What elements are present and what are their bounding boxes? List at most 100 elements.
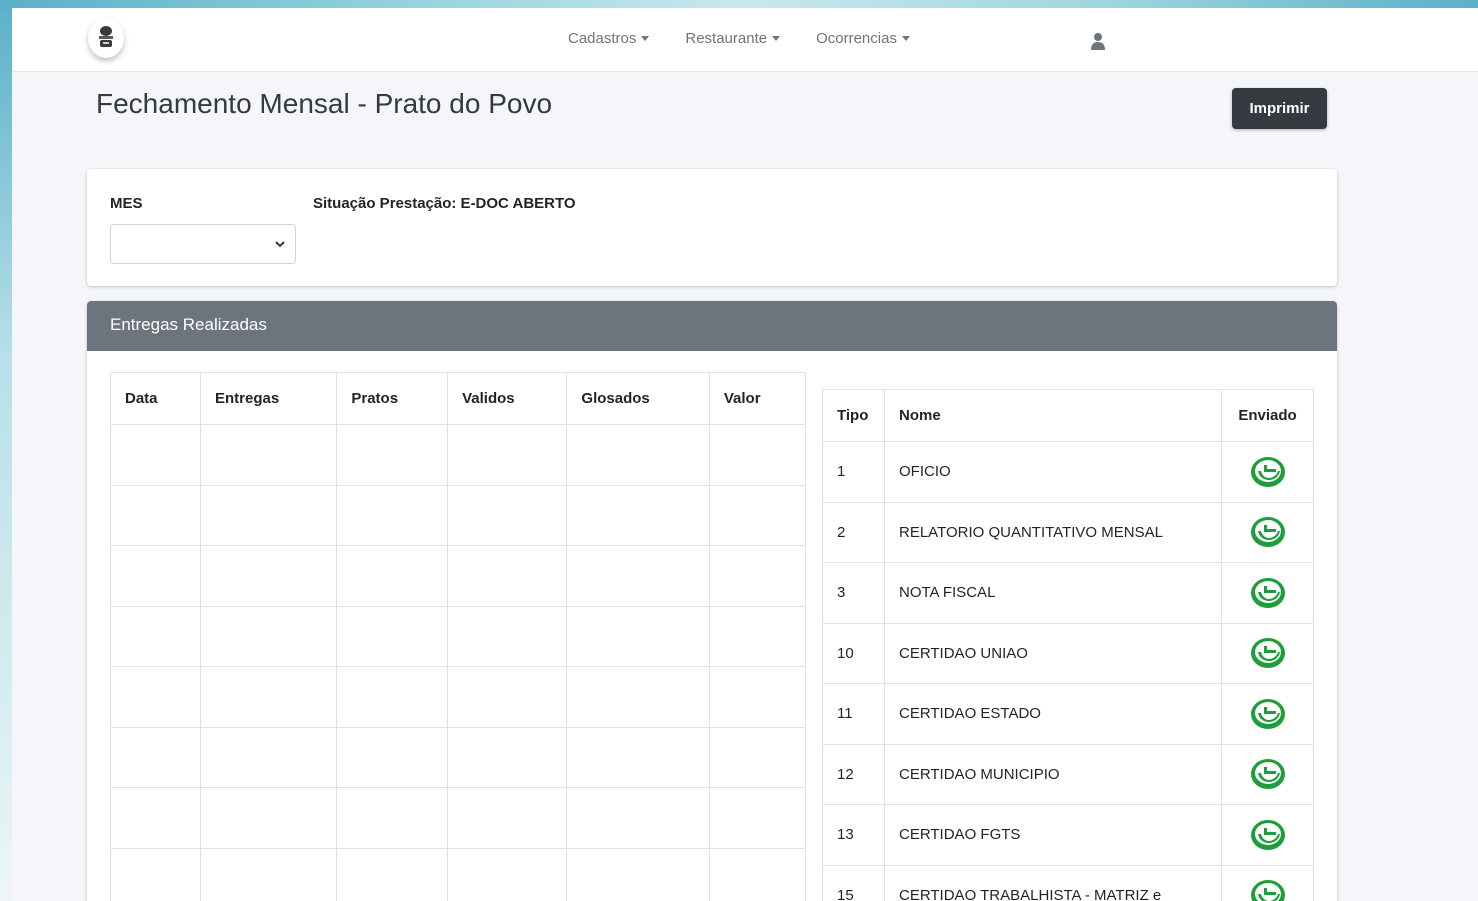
table-cell <box>708 787 807 849</box>
col-nome: Nome <box>884 389 1222 442</box>
table-row <box>110 787 807 849</box>
user-icon[interactable] <box>1090 32 1106 50</box>
menu-ocorrencias[interactable]: Ocorrencias <box>816 30 910 47</box>
col-data: Data <box>110 372 201 425</box>
table-cell <box>708 726 807 788</box>
entregas-card: Entregas Realizadas Data Entregas Pratos… <box>87 301 1337 901</box>
doc-tipo: 3 <box>822 562 885 624</box>
table-row <box>110 545 807 607</box>
doc-tipo: 10 <box>822 622 885 684</box>
entregas-header-row: Data Entregas Pratos Validos Glosados Va… <box>110 372 807 425</box>
col-entregas: Entregas <box>199 372 338 425</box>
col-validos: Validos <box>447 372 568 425</box>
table-cell <box>566 666 710 728</box>
table-cell <box>708 424 807 486</box>
doc-tipo: 15 <box>822 864 885 901</box>
check-circle-icon[interactable] <box>1250 456 1286 488</box>
top-navbar: Cadastros Restaurante Ocorrencias <box>12 8 1478 72</box>
table-cell <box>566 424 710 486</box>
doc-nome: CERTIDAO TRABALHISTA - MATRIZ e <box>884 864 1222 901</box>
doc-nome: RELATORIO QUANTITATIVO MENSAL <box>884 501 1222 563</box>
doc-nome: CERTIDAO ESTADO <box>884 683 1222 745</box>
table-cell <box>447 545 568 607</box>
table-cell <box>199 666 338 728</box>
list-item: 15 CERTIDAO TRABALHISTA - MATRIZ e <box>822 864 1314 901</box>
table-cell <box>447 666 568 728</box>
doc-tipo: 12 <box>822 743 885 805</box>
table-row <box>110 726 807 788</box>
check-circle-icon[interactable] <box>1250 819 1286 851</box>
doc-tipo: 1 <box>822 441 885 503</box>
check-circle-icon[interactable] <box>1250 879 1286 901</box>
doc-tipo: 2 <box>822 501 885 563</box>
list-item: 2 RELATORIO QUANTITATIVO MENSAL <box>822 501 1314 563</box>
table-cell <box>110 605 201 667</box>
table-cell <box>199 484 338 546</box>
doc-enviado <box>1221 441 1314 503</box>
table-cell <box>110 666 201 728</box>
table-cell <box>566 726 710 788</box>
doc-enviado <box>1221 683 1314 745</box>
table-cell <box>447 484 568 546</box>
doc-enviado <box>1221 743 1314 805</box>
table-cell <box>447 605 568 667</box>
table-row <box>110 484 807 546</box>
filter-card: MES Situação Prestação: E-DOC ABERTO <box>87 169 1337 286</box>
doc-nome: CERTIDAO UNIAO <box>884 622 1222 684</box>
table-cell <box>566 484 710 546</box>
table-cell <box>336 545 449 607</box>
print-button[interactable]: Imprimir <box>1232 88 1327 129</box>
check-circle-icon[interactable] <box>1250 758 1286 790</box>
main-menu: Cadastros Restaurante Ocorrencias <box>568 30 946 47</box>
list-item: 12 CERTIDAO MUNICIPIO <box>822 743 1314 805</box>
table-cell <box>336 424 449 486</box>
check-circle-icon[interactable] <box>1250 577 1286 609</box>
list-item: 10 CERTIDAO UNIAO <box>822 622 1314 684</box>
menu-restaurante-label: Restaurante <box>685 30 768 47</box>
table-row <box>110 666 807 728</box>
table-cell <box>336 484 449 546</box>
table-cell <box>336 605 449 667</box>
table-cell <box>199 847 338 901</box>
table-cell <box>708 545 807 607</box>
menu-ocorrencias-label: Ocorrencias <box>816 30 897 47</box>
table-cell <box>199 424 338 486</box>
table-cell <box>110 545 201 607</box>
caret-down-icon <box>901 36 910 41</box>
doc-nome: NOTA FISCAL <box>884 562 1222 624</box>
background-left <box>0 0 12 901</box>
documentos-header-row: Tipo Nome Enviado <box>822 389 1314 442</box>
doc-nome: CERTIDAO MUNICIPIO <box>884 743 1222 805</box>
check-circle-icon[interactable] <box>1250 516 1286 548</box>
table-row <box>110 605 807 667</box>
table-cell <box>447 424 568 486</box>
table-cell <box>199 726 338 788</box>
table-cell <box>447 726 568 788</box>
list-item: 1 OFICIO <box>822 441 1314 503</box>
check-circle-icon[interactable] <box>1250 637 1286 669</box>
doc-tipo: 13 <box>822 804 885 866</box>
table-cell <box>110 424 201 486</box>
caret-down-icon <box>641 36 650 41</box>
table-cell <box>199 787 338 849</box>
doc-enviado <box>1221 804 1314 866</box>
table-row <box>110 847 807 901</box>
menu-cadastros-label: Cadastros <box>568 30 637 47</box>
app-logo[interactable] <box>88 18 124 58</box>
menu-cadastros[interactable]: Cadastros <box>568 30 650 47</box>
table-cell <box>110 726 201 788</box>
logo-emblem-icon <box>99 26 113 47</box>
table-cell <box>708 847 807 901</box>
col-glosados: Glosados <box>566 372 710 425</box>
menu-restaurante[interactable]: Restaurante <box>685 30 781 47</box>
table-cell <box>708 484 807 546</box>
check-circle-icon[interactable] <box>1250 698 1286 730</box>
table-cell <box>447 787 568 849</box>
table-row <box>110 424 807 486</box>
doc-tipo: 11 <box>822 683 885 745</box>
entregas-card-header: Entregas Realizadas <box>87 301 1337 351</box>
doc-enviado <box>1221 501 1314 563</box>
table-cell <box>336 666 449 728</box>
mes-select[interactable] <box>110 224 296 264</box>
table-cell <box>336 847 449 901</box>
